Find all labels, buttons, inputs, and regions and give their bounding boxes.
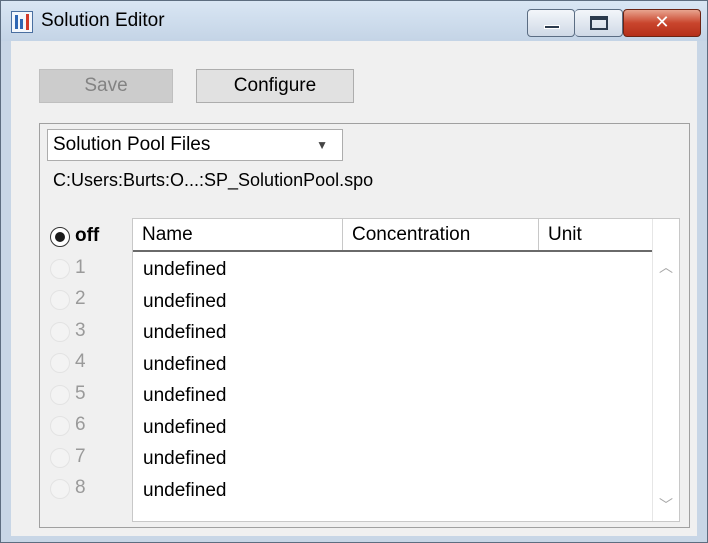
cell-name: undefined: [143, 448, 227, 469]
solution-radio-4[interactable]: 4: [48, 348, 138, 378]
table-row[interactable]: undefined: [133, 286, 653, 316]
solution-radio-3[interactable]: 3: [48, 317, 138, 347]
cell-name: undefined: [143, 259, 227, 280]
radio-label: 5: [75, 382, 86, 404]
scroll-up-icon[interactable]: ︿: [653, 257, 679, 279]
title-bar[interactable]: Solution Editor ✕: [1, 1, 707, 41]
radio-label: 4: [75, 351, 86, 372]
window-title: Solution Editor: [41, 10, 165, 31]
app-icon[interactable]: [11, 11, 33, 33]
radio-button[interactable]: [50, 321, 70, 342]
chevron-down-icon: ▼: [316, 138, 328, 152]
table-row[interactable]: undefined: [133, 475, 653, 505]
solution-radio-1[interactable]: 1: [48, 254, 138, 284]
column-header-name[interactable]: Name: [133, 219, 343, 250]
column-header-concentration[interactable]: Concentration: [343, 219, 539, 250]
table-row[interactable]: undefined: [133, 380, 653, 410]
cell-name: undefined: [143, 353, 227, 375]
solution-radio-6[interactable]: 6: [48, 411, 138, 441]
configure-button[interactable]: Configure: [196, 69, 354, 103]
radio-button[interactable]: [50, 479, 70, 499]
cell-name: undefined: [143, 479, 227, 501]
solution-editor-window: Solution Editor ✕ Save Configure Solutio…: [0, 0, 708, 543]
solution-radio-8[interactable]: 8: [48, 474, 138, 504]
radio-button[interactable]: [50, 416, 70, 436]
save-button[interactable]: Save: [39, 69, 173, 103]
close-button[interactable]: ✕: [623, 9, 701, 37]
radio-label: off: [75, 225, 100, 246]
minimize-icon: [544, 25, 560, 29]
radio-button[interactable]: [50, 384, 70, 405]
solution-table: Name Concentration Unit undefined undefin…: [132, 218, 680, 522]
table-header: Name Concentration Unit: [133, 219, 653, 252]
file-path: C:Users:Burts:O...:SP_SolutionPool.spo: [53, 170, 374, 190]
minimize-button[interactable]: [527, 9, 575, 37]
radio-label: 6: [75, 414, 86, 435]
vertical-scrollbar[interactable]: ︿ ﹀: [652, 219, 679, 521]
app-icon-bar: [26, 14, 29, 30]
radio-label: 2: [75, 288, 86, 309]
solution-pool-panel: Solution Pool Files ▼ C:Users:Burts:O...…: [39, 123, 690, 528]
cell-name: undefined: [143, 322, 227, 343]
scroll-down-icon[interactable]: ﹀: [653, 495, 679, 517]
radio-button[interactable]: [50, 353, 70, 373]
radio-label: 7: [75, 445, 86, 467]
column-header-unit[interactable]: Unit: [539, 219, 653, 250]
source-dropdown-value: Solution Pool Files: [53, 134, 211, 155]
radio-button[interactable]: [50, 227, 70, 247]
radio-label: 1: [75, 256, 86, 278]
close-icon: ✕: [654, 12, 670, 33]
maximize-button[interactable]: [575, 9, 623, 37]
app-icon-bar: [20, 19, 23, 29]
cell-name: undefined: [143, 290, 227, 312]
solution-radio-2[interactable]: 2: [48, 285, 138, 315]
radio-button[interactable]: [50, 258, 70, 279]
radio-label: 3: [75, 319, 86, 341]
source-dropdown[interactable]: Solution Pool Files ▼: [47, 129, 343, 161]
solution-radio-7[interactable]: 7: [48, 443, 138, 473]
table-row[interactable]: undefined: [133, 349, 653, 379]
table-row[interactable]: undefined: [133, 254, 653, 284]
table-row[interactable]: undefined: [133, 317, 653, 347]
solution-radio-5[interactable]: 5: [48, 380, 138, 410]
client-area: Save Configure Solution Pool Files ▼ C:U…: [11, 41, 697, 536]
cell-name: undefined: [143, 416, 227, 438]
maximize-icon: [590, 16, 608, 30]
table-row[interactable]: undefined: [133, 443, 653, 473]
cell-name: undefined: [143, 385, 227, 406]
solution-radio-off[interactable]: off: [48, 222, 138, 252]
table-row[interactable]: undefined: [133, 412, 653, 442]
app-icon-bar: [15, 15, 18, 29]
radio-button[interactable]: [50, 290, 70, 310]
radio-label: 8: [75, 477, 86, 498]
radio-button[interactable]: [50, 447, 70, 468]
